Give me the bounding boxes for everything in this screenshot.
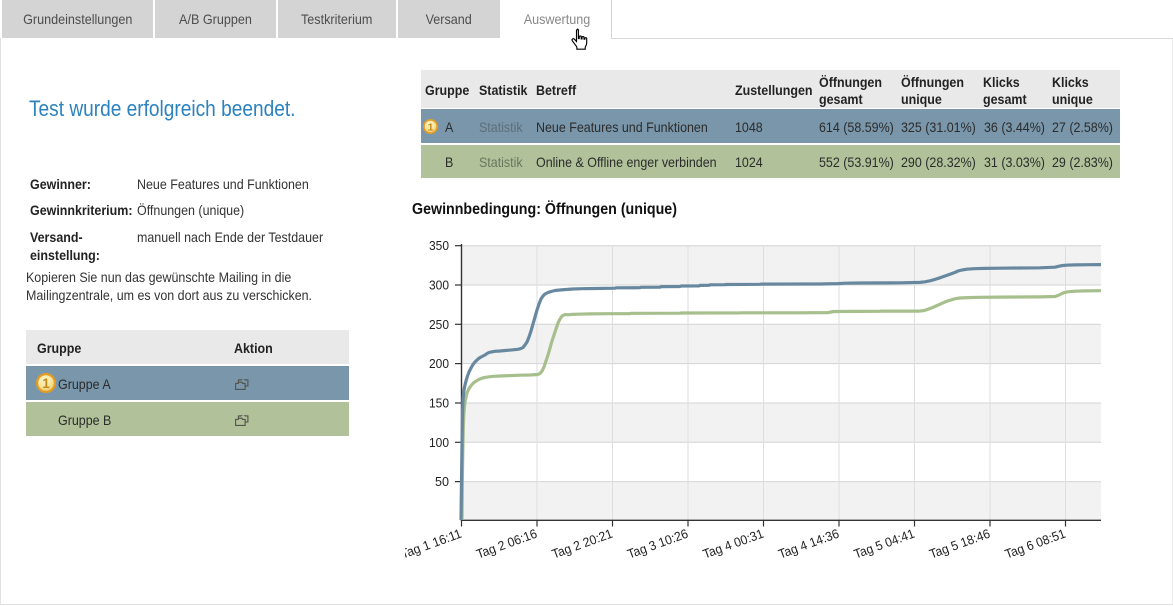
svg-text:250: 250 xyxy=(429,317,449,332)
svg-text:1: 1 xyxy=(428,121,434,133)
svg-text:Tag 4 14:36: Tag 4 14:36 xyxy=(776,526,841,562)
svg-text:300: 300 xyxy=(429,278,449,293)
svg-text:350: 350 xyxy=(429,238,449,253)
svg-text:Tag 4 00:31: Tag 4 00:31 xyxy=(701,526,766,562)
svg-text:Tag 5 18:46: Tag 5 18:46 xyxy=(927,526,992,562)
svg-text:200: 200 xyxy=(429,356,449,371)
svg-text:Tag 1 16:11: Tag 1 16:11 xyxy=(405,526,464,562)
svg-text:150: 150 xyxy=(429,396,449,411)
svg-text:Tag 6 08:51: Tag 6 08:51 xyxy=(1003,526,1068,562)
svg-text:Tag 5 04:41: Tag 5 04:41 xyxy=(852,526,917,562)
svg-text:Tag 3 10:26: Tag 3 10:26 xyxy=(625,526,690,562)
svg-text:50: 50 xyxy=(435,474,449,489)
svg-text:1: 1 xyxy=(42,376,50,391)
svg-text:Tag 2 06:16: Tag 2 06:16 xyxy=(474,526,539,562)
svg-text:Tag 2 20:21: Tag 2 20:21 xyxy=(550,526,615,562)
svg-text:100: 100 xyxy=(429,435,449,450)
